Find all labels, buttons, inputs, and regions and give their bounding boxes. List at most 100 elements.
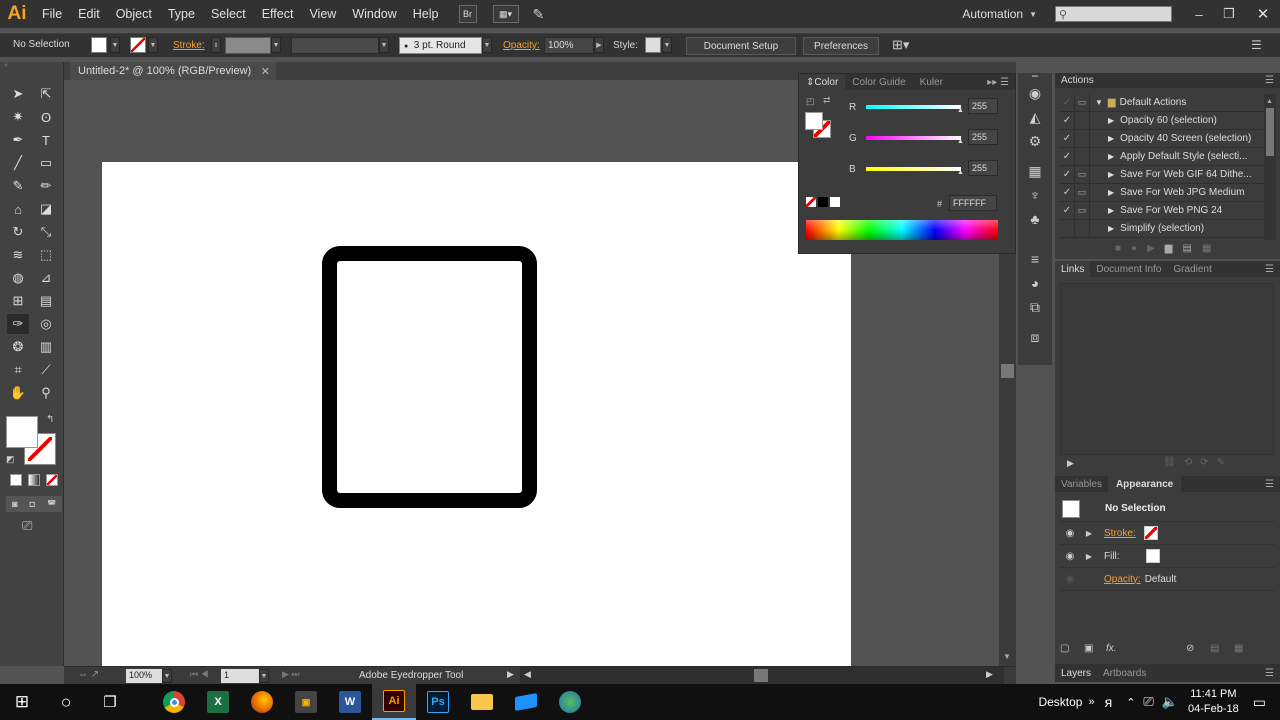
g-slider-handle[interactable]: ▲ (957, 138, 964, 145)
drawing-modes[interactable]: ◙ ◘ ◚ (6, 496, 62, 512)
artboard-nav-icon[interactable]: ⇔ ↗ (78, 669, 99, 680)
new-set-icon[interactable]: ▆ (1165, 243, 1183, 254)
shape-builder-tool-icon[interactable]: ◍ (7, 268, 29, 288)
expand-action-icon[interactable]: ▶ (1090, 206, 1120, 215)
workspace-switcher[interactable]: Automation (962, 7, 1023, 21)
draw-inside-icon[interactable]: ◚ (47, 499, 56, 510)
expand-set-icon[interactable]: ▼ (1090, 98, 1108, 107)
preferences-button[interactable]: Preferences (803, 37, 879, 55)
width-tool-icon[interactable]: ≋ (7, 245, 29, 265)
chevron-down-icon[interactable]: ▼ (1029, 10, 1037, 19)
b-slider-handle[interactable]: ▲ (957, 169, 964, 176)
action-check-icon[interactable]: ✓ (1060, 130, 1075, 147)
panel-fill-box[interactable] (805, 112, 823, 130)
first-artboard-icon[interactable]: ⏮ ◀ (190, 669, 209, 680)
set-toggle-check[interactable]: ✓ (1060, 94, 1075, 111)
default-colors-icon[interactable]: ◩ (6, 454, 15, 465)
action-set-name[interactable]: Default Actions (1116, 97, 1187, 108)
record-icon[interactable]: ● (1131, 243, 1147, 254)
menu-select[interactable]: Select (203, 7, 254, 21)
minimize-button[interactable]: – (1186, 7, 1212, 22)
white-color-chip[interactable] (830, 197, 840, 207)
zoom-field[interactable]: 100% (126, 669, 162, 683)
appearance-opacity-label[interactable]: Opacity: (1104, 574, 1141, 585)
dialog-toggle-icon[interactable]: ▭ (1075, 184, 1090, 201)
action-row[interactable]: ✓ ▶ Apply Default Style (selecti... (1060, 148, 1264, 166)
tab-gradient[interactable]: Gradient (1167, 264, 1217, 275)
style-swatch[interactable] (645, 37, 661, 53)
variable-width-profile[interactable] (291, 37, 379, 54)
r-slider-handle[interactable]: ▲ (957, 107, 964, 114)
fill-visibility-icon[interactable]: ◉ (1060, 551, 1080, 562)
expand-action-icon[interactable]: ▶ (1090, 152, 1120, 161)
duplicate-item-icon[interactable]: ▤ (1210, 643, 1234, 654)
eyedropper-tool-icon[interactable]: ✑ (7, 314, 29, 334)
taskbar-chrome[interactable] (152, 684, 196, 720)
selection-tool-icon[interactable]: ➤ (7, 84, 29, 104)
swap-fill-stroke-icon[interactable]: ⇄ (823, 95, 831, 106)
stroke-expand-icon[interactable]: ▶ (1080, 529, 1098, 538)
swatches-panel-icon[interactable]: ▦ (1018, 159, 1052, 183)
stroke-weight-dropdown[interactable]: ▼ (271, 37, 281, 53)
add-stroke-icon[interactable]: ▢ (1060, 643, 1084, 654)
variable-width-dropdown[interactable]: ▼ (379, 37, 389, 53)
appearance-fill-swatch[interactable] (1145, 549, 1160, 563)
menu-effect[interactable]: Effect (254, 7, 302, 21)
expand-action-icon[interactable]: ▶ (1090, 116, 1120, 125)
menu-type[interactable]: Type (160, 7, 203, 21)
volume-icon[interactable]: 🔈 (1162, 694, 1178, 710)
toolbar-expand-icon[interactable]: » (1088, 696, 1094, 708)
desktop-toolbar-label[interactable]: Desktop (1038, 695, 1082, 709)
delete-item-icon[interactable]: ▦ (1234, 643, 1243, 654)
fill-color-front[interactable] (6, 416, 38, 448)
fill-expand-icon[interactable]: ▶ (1080, 552, 1098, 561)
tab-document-info[interactable]: Document Info (1090, 264, 1167, 275)
stroke-weight-field[interactable] (225, 37, 271, 54)
close-button[interactable]: ✕ (1246, 5, 1280, 23)
appearance-stroke-label[interactable]: Stroke: (1104, 528, 1136, 539)
blend-tool-icon[interactable]: ◎ (35, 314, 57, 334)
paintbrush-tool-icon[interactable]: ✎ (7, 176, 29, 196)
default-fill-stroke-icon[interactable]: ◰ (806, 96, 815, 107)
taskbar-video-app[interactable]: ▣ (284, 684, 328, 720)
gradient-mode-icon[interactable] (28, 474, 40, 486)
links-expand-icon[interactable]: ▶ (1067, 458, 1074, 469)
brush-dropdown[interactable]: ▼ (482, 37, 492, 53)
links-list[interactable] (1060, 283, 1274, 455)
pencil-tool-icon[interactable]: ✏ (35, 176, 57, 196)
action-check-icon[interactable]: ✓ (1060, 166, 1075, 183)
brush-definition[interactable]: ● 3 pt. Round (399, 37, 482, 54)
free-transform-tool-icon[interactable]: ⬚ (35, 245, 57, 265)
start-button[interactable]: ⊞ (0, 684, 44, 720)
appearance-stroke-swatch[interactable] (1143, 526, 1158, 540)
opacity-label[interactable]: Opacity: (503, 40, 540, 51)
action-row[interactable]: ▶ Simplify (selection) (1060, 220, 1264, 238)
layers-panel-icon[interactable]: ⧈ (1018, 325, 1052, 349)
status-menu-arrow[interactable]: ▶ (507, 669, 514, 680)
opacity-field[interactable]: 100% (544, 37, 594, 54)
actions-menu-icon[interactable]: ☰ (1265, 75, 1280, 86)
appearance-menu-icon[interactable]: ☰ (1265, 479, 1280, 490)
close-tab-icon[interactable]: ✕ (261, 65, 270, 78)
stop-icon[interactable]: ■ (1115, 243, 1131, 254)
color-mode-icon[interactable] (10, 474, 22, 486)
tab-layers[interactable]: Layers (1055, 668, 1097, 679)
play-icon[interactable]: ▶ (1147, 243, 1165, 254)
action-row[interactable]: ✓ ▭ ▶ Save For Web GIF 64 Dithe... (1060, 166, 1264, 184)
action-check-icon[interactable]: ✓ (1060, 148, 1075, 165)
add-effect-icon[interactable]: fx. (1106, 643, 1186, 654)
color-panel-icon[interactable]: ◉ (1018, 81, 1052, 105)
action-check-icon[interactable]: ✓ (1060, 202, 1075, 219)
lasso-tool-icon[interactable]: ʘ (35, 107, 57, 127)
screen-mode-icon[interactable]: ⎚ (22, 518, 32, 534)
vertical-scroll-thumb[interactable] (1001, 364, 1014, 378)
tab-artboards[interactable]: Artboards (1097, 668, 1152, 679)
menu-file[interactable]: File (34, 7, 70, 21)
taskbar-illustrator[interactable]: Ai (372, 684, 416, 720)
taskbar-app-2[interactable] (548, 684, 592, 720)
show-hidden-icons[interactable]: ⌃ (1126, 696, 1135, 709)
action-row[interactable]: ✓ ▭ ▶ Save For Web JPG Medium (1060, 184, 1264, 202)
stroke-weight-stepper[interactable]: ⇕ (211, 37, 221, 53)
gradient-tool-icon[interactable]: ▤ (35, 291, 57, 311)
task-view-button[interactable]: ❐ (88, 684, 132, 720)
